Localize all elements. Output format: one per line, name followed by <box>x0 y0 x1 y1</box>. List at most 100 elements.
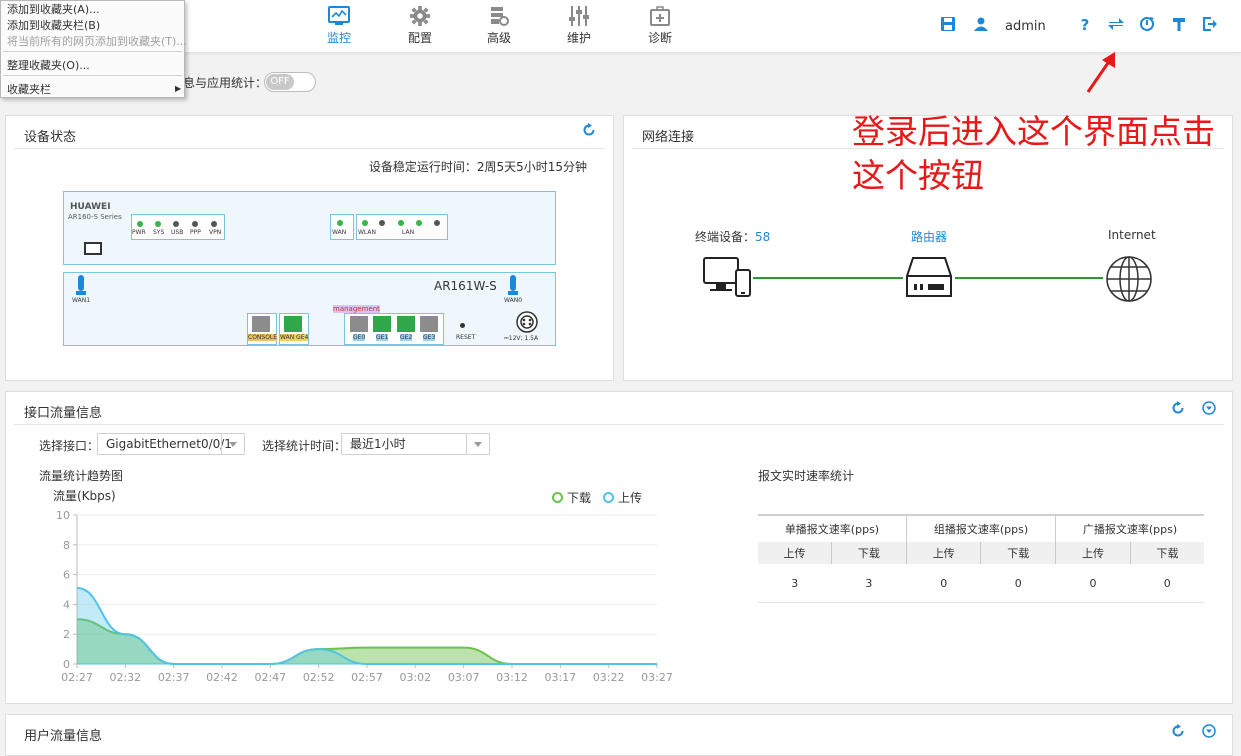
nav-label: 诊断 <box>647 31 672 45</box>
menu-organize-favorites[interactable]: 整理收藏夹(O)... <box>7 57 90 73</box>
led-lan2 <box>416 220 422 226</box>
antenna-label: WAN1 <box>72 297 91 304</box>
panel-title: 设备状态 <box>24 130 77 145</box>
table-cell: 0 <box>980 564 1056 603</box>
x-tick-label: 03:22 <box>593 671 625 684</box>
logout-icon[interactable] <box>1202 16 1222 36</box>
led-wan <box>337 220 343 226</box>
x-tick-label: 02:47 <box>254 671 286 684</box>
user-icon[interactable] <box>973 16 993 36</box>
nav-label: 高级 <box>486 31 511 45</box>
interface-select[interactable]: GigabitEthernet0/0/1 <box>97 433 245 455</box>
time-select-value: 最近1小时 <box>350 437 406 451</box>
table-header: 广播报文速率(pps) <box>1055 514 1204 542</box>
menu-favorites-bar[interactable]: 收藏夹栏 <box>7 81 51 97</box>
y-tick-label: 8 <box>63 539 70 552</box>
port-label: GE0 <box>353 334 366 341</box>
x-tick-label: 02:57 <box>351 671 383 684</box>
series-label: AR160-S Series <box>68 213 122 221</box>
port-label: GE1 <box>376 334 389 341</box>
favorites-dropdown-menu: 添加到收藏夹(A)... 添加到收藏夹栏(B) 将当前所有的网页添加到收藏夹(T… <box>0 0 187 98</box>
port-label: CONSOLE <box>248 334 278 341</box>
device-front-panel: HUAWEI AR160-S Series PWR SYS USB PPP VP… <box>63 191 556 265</box>
y-tick-label: 10 <box>56 509 70 522</box>
led-lan1 <box>398 220 404 226</box>
antenna-icon <box>76 275 86 295</box>
led-group <box>131 214 225 240</box>
table-subheader: 下载 <box>830 542 907 564</box>
port-icon <box>397 316 415 332</box>
menu-add-favorite[interactable]: 添加到收藏夹(A)... <box>7 1 100 17</box>
nav-advanced[interactable]: 高级 <box>459 0 539 52</box>
refresh-icon[interactable] <box>582 123 596 140</box>
led-lan0 <box>379 220 385 226</box>
power-label: ⎓12V; 1.5A <box>504 335 539 342</box>
panel-title: 用户流量信息 <box>24 729 103 744</box>
table-cell: 3 <box>831 564 907 603</box>
stats-toggle[interactable]: OFF <box>264 72 316 92</box>
nav-diagnosis[interactable]: 诊断 <box>620 0 700 52</box>
nav-label: 配置 <box>407 31 432 45</box>
device-status-panel: 设备状态 设备稳定运行时间：2周5天5小时15分钟 HUAWEI AR160-S… <box>5 115 614 381</box>
y-tick-label: 2 <box>63 628 70 641</box>
terminal-devices-label: 终端设备：58 <box>695 230 771 244</box>
switch-icon[interactable] <box>1107 16 1127 36</box>
trend-chart-title: 流量统计趋势图 <box>39 469 124 483</box>
led-label: LAN <box>402 229 415 236</box>
y-tick-label: 6 <box>63 569 70 582</box>
reboot-icon[interactable] <box>1139 16 1159 36</box>
x-tick-label: 02:52 <box>303 671 335 684</box>
y-axis-label: 流量(Kbps) <box>53 489 116 503</box>
collapse-icon[interactable] <box>1202 401 1216 418</box>
panel-title: 网络连接 <box>642 130 695 145</box>
internet-label: Internet <box>1108 228 1156 242</box>
divider <box>14 148 605 149</box>
collapse-icon[interactable] <box>1202 724 1216 741</box>
nav-config[interactable]: 配置 <box>380 0 460 52</box>
time-range-select[interactable]: 最近1小时 <box>341 433 490 455</box>
table-subheader: 上传 <box>758 542 832 564</box>
router-label[interactable]: 路由器 <box>911 228 947 245</box>
table-subheader: 下载 <box>1130 542 1204 564</box>
nav-monitor[interactable]: 监控 <box>299 0 379 52</box>
username-label: admin <box>1005 19 1046 34</box>
uptime-text: 设备稳定运行时间：2周5天5小时15分钟 <box>368 160 587 174</box>
table-cell: 0 <box>906 564 981 603</box>
antenna-icon <box>508 275 518 295</box>
sliders-icon <box>569 6 589 26</box>
model-label: AR161W-S <box>434 279 497 293</box>
x-tick-label: 02:37 <box>158 671 190 684</box>
port-label: WAN GE4 <box>280 334 309 341</box>
realtime-rate-title: 报文实时速率统计 <box>758 469 855 483</box>
packet-rate-table: 单播报文速率(pps) 组播报文速率(pps) 广播报文速率(pps) 上传 下… <box>758 514 1204 603</box>
led-vpn <box>211 221 217 227</box>
terminal-devices-icon[interactable] <box>702 256 752 302</box>
x-tick-label: 03:27 <box>641 671 673 684</box>
x-tick-label: 02:32 <box>109 671 141 684</box>
menu-add-favorites-bar[interactable]: 添加到收藏夹栏(B) <box>7 17 100 33</box>
router-icon[interactable] <box>905 256 953 298</box>
refresh-icon[interactable] <box>1171 724 1185 741</box>
select-time-label: 选择统计时间： <box>262 439 347 453</box>
terminal-count[interactable]: 58 <box>755 230 770 244</box>
tools-icon[interactable] <box>1171 16 1191 36</box>
globe-icon <box>1106 256 1152 302</box>
refresh-icon[interactable] <box>1171 401 1185 418</box>
submenu-arrow-icon: ▶ <box>175 84 182 93</box>
y-tick-label: 4 <box>63 598 70 611</box>
antenna-label: WAN0 <box>504 297 523 304</box>
port-label: GE2 <box>400 334 413 341</box>
table-subheader: 下载 <box>980 542 1056 564</box>
nav-maintenance[interactable]: 维护 <box>539 0 619 52</box>
led-label: PPP <box>190 229 201 236</box>
save-icon[interactable] <box>940 16 960 36</box>
help-icon[interactable]: ? <box>1075 16 1095 36</box>
user-traffic-panel: 用户流量信息 <box>5 714 1233 756</box>
menu-add-all-tabs[interactable]: 将当前所有的网页添加到收藏夹(T)... <box>7 33 187 49</box>
chevron-down-icon <box>221 434 244 454</box>
led-label: PWR <box>132 229 146 236</box>
port-icon <box>420 316 438 332</box>
nav-label: 监控 <box>326 31 351 45</box>
interface-select-value: GigabitEthernet0/0/1 <box>106 437 232 451</box>
medical-kit-icon <box>650 6 670 26</box>
